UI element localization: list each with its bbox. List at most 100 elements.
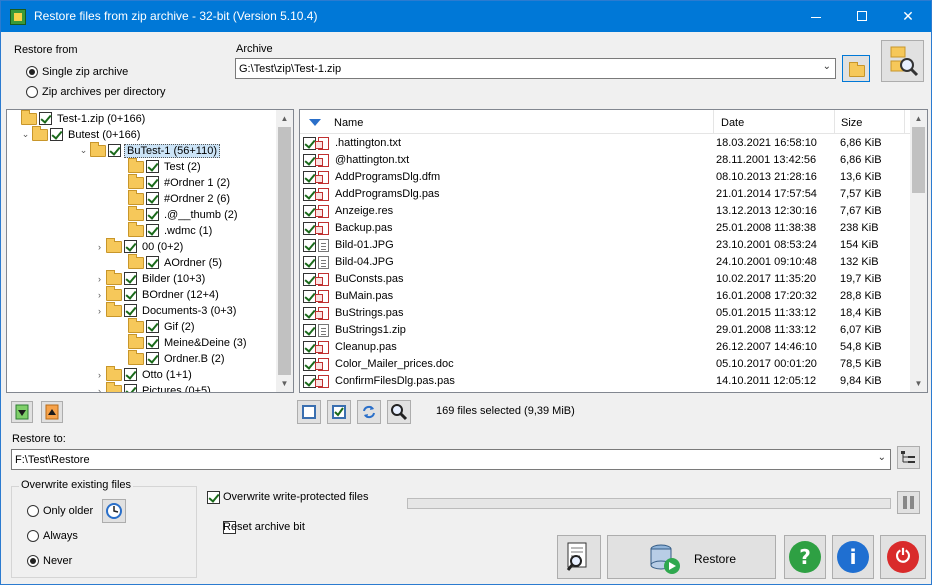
column-name[interactable]: Name	[334, 117, 363, 129]
tree-item-checkbox[interactable]	[124, 304, 137, 317]
file-row[interactable]: Backup.pas 25.01.2008 11:38:38 238 KiB	[300, 220, 910, 237]
close-button[interactable]: ✕	[885, 1, 931, 32]
file-checkbox[interactable]	[303, 239, 316, 252]
tree-item-checkbox[interactable]	[108, 144, 121, 157]
expander-icon[interactable]: ⌄	[79, 145, 88, 156]
scroll-down-icon[interactable]: ▼	[276, 375, 293, 392]
file-list-scrollbar[interactable]: ▲ ▼	[910, 110, 927, 392]
file-list[interactable]: Name Date Size .hattington.txt 18.03.2021…	[299, 109, 928, 393]
file-row[interactable]: AddProgramsDlg.dfm 08.10.2013 21:28:16 13,…	[300, 169, 910, 186]
tree-item-checkbox[interactable]	[146, 224, 159, 237]
expander-icon[interactable]: ⌄	[21, 129, 30, 140]
file-row[interactable]: BuStrings1.zip 29.01.2008 11:33:12 6,07 Ki…	[300, 322, 910, 339]
sort-descending-icon[interactable]	[309, 119, 321, 126]
tree-item[interactable]: Test-1.zip (0+166)	[10, 110, 147, 128]
browse-archive-button[interactable]	[842, 55, 870, 82]
scrollbar-thumb[interactable]	[912, 127, 925, 193]
expander-icon[interactable]: ›	[95, 242, 104, 252]
file-filter-button[interactable]	[387, 400, 411, 424]
tree-item-checkbox[interactable]	[124, 288, 137, 301]
folder-icon	[106, 269, 122, 285]
file-row[interactable]: Cleanup.pas 26.12.2007 14:46:10 54,8 KiB	[300, 339, 910, 356]
tree-scrollbar[interactable]: ▲ ▼	[276, 110, 293, 392]
file-row[interactable]: AddProgramsDlg.pas 21.01.2014 17:57:54 7,5…	[300, 186, 910, 203]
pause-button[interactable]	[897, 491, 920, 514]
search-archives-button[interactable]	[881, 40, 924, 82]
info-button[interactable]: i	[832, 535, 874, 579]
maximize-button[interactable]	[839, 1, 885, 32]
column-size[interactable]: Size	[841, 117, 862, 129]
time-settings-button[interactable]	[102, 499, 126, 523]
tree-item-label: .wdmc (1)	[164, 224, 213, 237]
collapse-all-button[interactable]	[41, 401, 63, 423]
tree-item[interactable]: › Pictures (0+5)	[95, 381, 213, 393]
scroll-up-icon[interactable]: ▲	[276, 110, 293, 127]
overwrite-older-radio[interactable]	[27, 505, 39, 517]
file-row[interactable]: BuStrings.pas 05.01.2015 11:33:12 18,4 KiB	[300, 305, 910, 322]
per-directory-radio[interactable]	[26, 86, 38, 98]
tree-item-checkbox[interactable]	[124, 240, 137, 253]
scrollbar-thumb[interactable]	[278, 127, 291, 375]
scroll-up-icon[interactable]: ▲	[910, 110, 927, 127]
column-date[interactable]: Date	[721, 117, 744, 129]
tree-item[interactable]: .wdmc (1)	[117, 221, 214, 240]
tree-item-label: Butest (0+166)	[68, 128, 141, 141]
file-row[interactable]: .hattington.txt 18.03.2021 16:58:10 6,86 K…	[300, 135, 910, 152]
archive-combo[interactable]: G:\Test\zip\Test-1.zip ⌄	[235, 58, 836, 79]
tree-item[interactable]: › 00 (0+2)	[95, 237, 185, 256]
expander-icon[interactable]: ›	[95, 290, 104, 300]
tree-item-checkbox[interactable]	[146, 192, 159, 205]
file-row[interactable]: ConfirmFilesDlg.pas.pas 14.10.2011 12:05:…	[300, 373, 910, 390]
expander-icon[interactable]: ›	[95, 274, 104, 284]
help-button[interactable]: ?	[784, 535, 826, 579]
file-row[interactable]: Anzeige.res 13.12.2013 12:30:16 7,67 KiB	[300, 203, 910, 220]
file-row[interactable]: Bild-01.JPG 23.10.2001 08:53:24 154 KiB	[300, 237, 910, 254]
overwrite-protected-checkbox[interactable]	[207, 491, 220, 504]
single-zip-radio[interactable]	[26, 66, 38, 78]
file-row[interactable]: @hattington.txt 28.11.2001 13:42:56 6,86 K…	[300, 152, 910, 169]
file-row[interactable]: Color_Mailer_prices.doc 05.10.2017 00:01:…	[300, 356, 910, 373]
tree-item-checkbox[interactable]	[146, 208, 159, 221]
tree-item[interactable]: › Documents-3 (0+3)	[95, 301, 238, 320]
restore-button-label: Restore	[694, 552, 737, 566]
scroll-down-icon[interactable]: ▼	[910, 375, 927, 392]
overwrite-always-radio[interactable]	[27, 530, 39, 542]
file-row[interactable]: BuMain.pas 16.01.2008 17:20:32 28,8 KiB	[300, 288, 910, 305]
tree-item-checkbox[interactable]	[124, 368, 137, 381]
file-checkbox[interactable]	[303, 256, 316, 269]
file-checkbox[interactable]	[303, 324, 316, 337]
tree-item-checkbox[interactable]	[124, 384, 137, 392]
tree-item[interactable]: AOrdner (5)	[117, 253, 224, 272]
restore-button[interactable]: Restore	[607, 535, 776, 579]
tree-item-checkbox[interactable]	[146, 176, 159, 189]
folder-icon	[106, 365, 122, 381]
exit-button[interactable]: ⏻	[880, 535, 926, 579]
browse-destination-button[interactable]	[897, 446, 920, 469]
file-row[interactable]: Bild-04.JPG 24.10.2001 09:10:48 132 KiB	[300, 254, 910, 271]
tree-item[interactable]: ⌄ BuTest-1 (56+110)	[79, 141, 220, 160]
expand-all-button[interactable]	[11, 401, 33, 423]
tree-item[interactable]: Ordner.B (2)	[117, 349, 227, 368]
expander-icon[interactable]: ›	[95, 370, 104, 380]
minimize-button[interactable]	[793, 1, 839, 32]
tree-item-checkbox[interactable]	[146, 160, 159, 173]
tree-item[interactable]: ⌄ Butest (0+166)	[21, 125, 142, 144]
tree-item-checkbox[interactable]	[146, 256, 159, 269]
overwrite-never-radio[interactable]	[27, 555, 39, 567]
file-size: 7,57 KiB	[840, 188, 882, 200]
tree-item-checkbox[interactable]	[124, 272, 137, 285]
tree-item-checkbox[interactable]	[146, 336, 159, 349]
expander-icon[interactable]: ›	[95, 386, 104, 393]
show-log-button[interactable]	[557, 535, 601, 579]
tree-item-checkbox[interactable]	[146, 320, 159, 333]
file-row[interactable]: BuConsts.pas 10.02.2017 11:35:20 19,7 KiB	[300, 271, 910, 288]
tree-item-checkbox[interactable]	[50, 128, 63, 141]
expander-icon[interactable]: ›	[95, 306, 104, 316]
restore-to-combo[interactable]: F:\Test\Restore ⌄	[11, 449, 891, 470]
folder-tree[interactable]: Test-1.zip (0+166) ⌄ Butest (0+166) ⌄ BuTest…	[6, 109, 294, 393]
invert-selection-button[interactable]	[357, 400, 381, 424]
tree-item-checkbox[interactable]	[39, 112, 52, 125]
tree-item-checkbox[interactable]	[146, 352, 159, 365]
select-none-button[interactable]	[297, 400, 321, 424]
select-all-button[interactable]	[327, 400, 351, 424]
